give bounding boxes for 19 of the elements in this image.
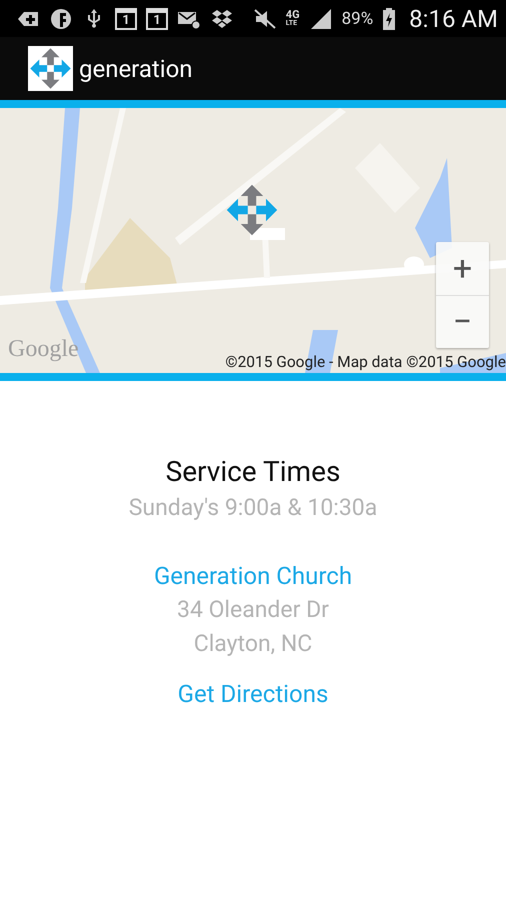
battery-charging-icon xyxy=(382,6,396,30)
address-line: Clayton, NC xyxy=(194,629,312,659)
battery-percent: 89% xyxy=(342,8,374,28)
app-title: generation xyxy=(79,54,193,82)
service-times: Sunday's 9:00a & 10:30a xyxy=(128,493,378,523)
zoom-out-button[interactable]: − xyxy=(436,295,489,348)
clock-time: 8:16 AM xyxy=(409,4,498,32)
app-logo-icon xyxy=(28,46,73,91)
app-icon xyxy=(49,6,73,30)
address-line: 34 Oleander Dr xyxy=(177,595,329,625)
map-attribution: ©2015 Google - Map data ©2015 Google xyxy=(225,353,506,371)
section-heading: Service Times xyxy=(166,454,340,490)
signal-icon xyxy=(308,6,333,30)
calendar-icon: 1 xyxy=(146,8,168,30)
zoom-in-button[interactable]: + xyxy=(436,242,489,295)
mute-icon xyxy=(252,6,277,30)
calendar-icon: 1 xyxy=(115,8,137,30)
map-marker-icon xyxy=(224,182,280,238)
map-logo: Google xyxy=(8,336,79,363)
